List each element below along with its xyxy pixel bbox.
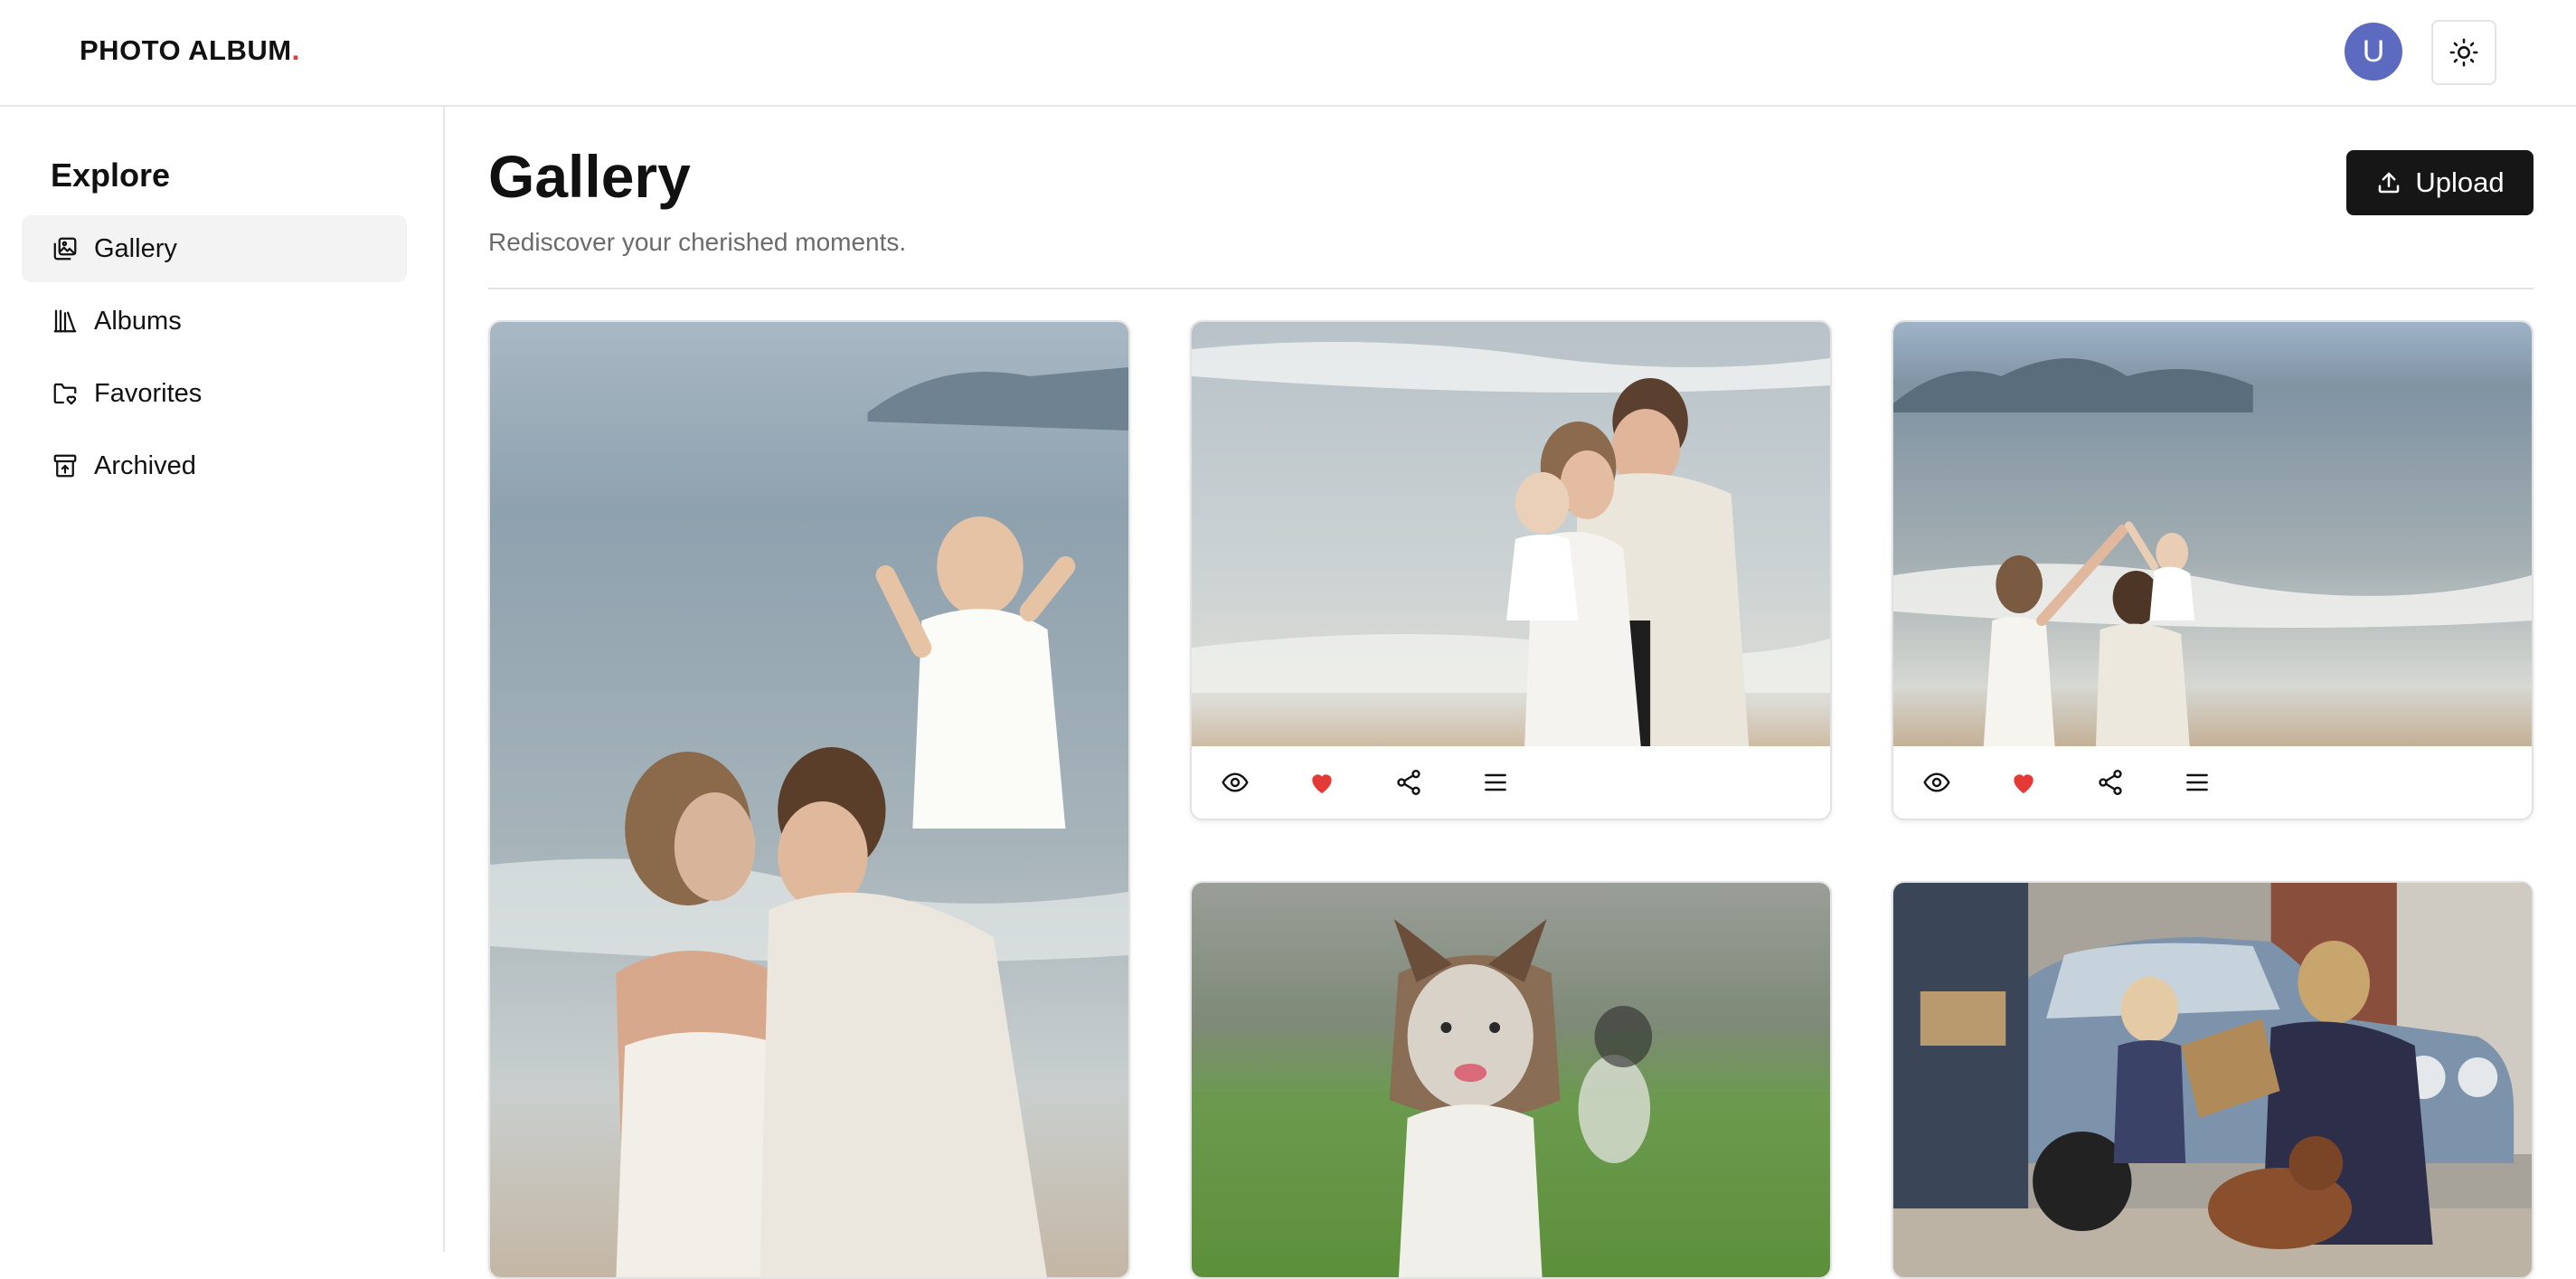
- sidebar-title: Explore: [51, 156, 171, 194]
- eye-icon: [1222, 772, 1249, 792]
- share-icon: [1397, 770, 1420, 795]
- photo-image[interactable]: [1893, 322, 2532, 751]
- photo-actions: [1893, 746, 2532, 819]
- menu-button[interactable]: [2181, 766, 2213, 799]
- photo-image[interactable]: [1893, 883, 2532, 1279]
- folder-heart-icon: [51, 379, 80, 408]
- menu-icon: [2186, 773, 2208, 791]
- archive-icon: [51, 451, 80, 480]
- photo-image[interactable]: [490, 322, 1128, 1279]
- sun-icon: [2449, 38, 2478, 67]
- sidebar-item-albums[interactable]: Albums: [22, 288, 407, 355]
- share-button[interactable]: [1392, 766, 1425, 799]
- brand-logo[interactable]: PHOTO ALBUM.: [80, 34, 300, 67]
- header-divider: [488, 288, 2534, 289]
- photo-image[interactable]: [1192, 322, 1830, 751]
- photo-card[interactable]: [1190, 320, 1832, 820]
- photo-actions: [1192, 746, 1830, 819]
- top-bar: PHOTO ALBUM. U: [0, 0, 2576, 107]
- eye-icon: [1923, 772, 1950, 792]
- menu-icon: [1485, 773, 1506, 791]
- brand-name: PHOTO ALBUM: [80, 34, 292, 66]
- view-button[interactable]: [1920, 766, 1953, 799]
- sidebar-item-label: Archived: [94, 450, 196, 480]
- sidebar-item-label: Albums: [94, 306, 182, 336]
- page-title: Gallery: [488, 143, 691, 210]
- brand-dot: .: [291, 34, 300, 66]
- favorite-button[interactable]: [2007, 766, 2040, 799]
- view-button[interactable]: [1219, 766, 1251, 799]
- sidebar-item-label: Favorites: [94, 378, 203, 408]
- gallery-icon: [51, 234, 80, 263]
- heart-icon: [1312, 774, 1332, 793]
- upload-button[interactable]: Upload: [2346, 150, 2534, 215]
- sidebar-item-archived[interactable]: Archived: [22, 432, 407, 499]
- sidebar-item-gallery[interactable]: Gallery: [22, 215, 407, 282]
- upload-label: Upload: [2415, 166, 2505, 198]
- share-button[interactable]: [2094, 766, 2127, 799]
- photo-card[interactable]: [1190, 881, 1832, 1279]
- sidebar: Explore Gallery Albums Favorites Archive…: [0, 107, 445, 1252]
- photo-image[interactable]: [1192, 883, 1830, 1279]
- photo-card[interactable]: [488, 320, 1130, 1279]
- sidebar-item-favorites[interactable]: Favorites: [22, 360, 407, 427]
- theme-toggle-button[interactable]: [2431, 20, 2496, 85]
- library-icon: [51, 307, 80, 336]
- favorite-button[interactable]: [1306, 766, 1338, 799]
- page-subtitle: Rediscover your cherished moments.: [488, 228, 907, 256]
- photo-card[interactable]: [1892, 881, 2534, 1279]
- upload-icon: [2379, 172, 2400, 194]
- photo-card[interactable]: [1892, 320, 2534, 820]
- user-avatar[interactable]: U: [2345, 23, 2402, 81]
- avatar-initial: U: [2362, 33, 2385, 69]
- share-icon: [2099, 770, 2122, 795]
- sidebar-item-label: Gallery: [94, 233, 177, 263]
- heart-icon: [2014, 774, 2033, 793]
- menu-button[interactable]: [1479, 766, 1512, 799]
